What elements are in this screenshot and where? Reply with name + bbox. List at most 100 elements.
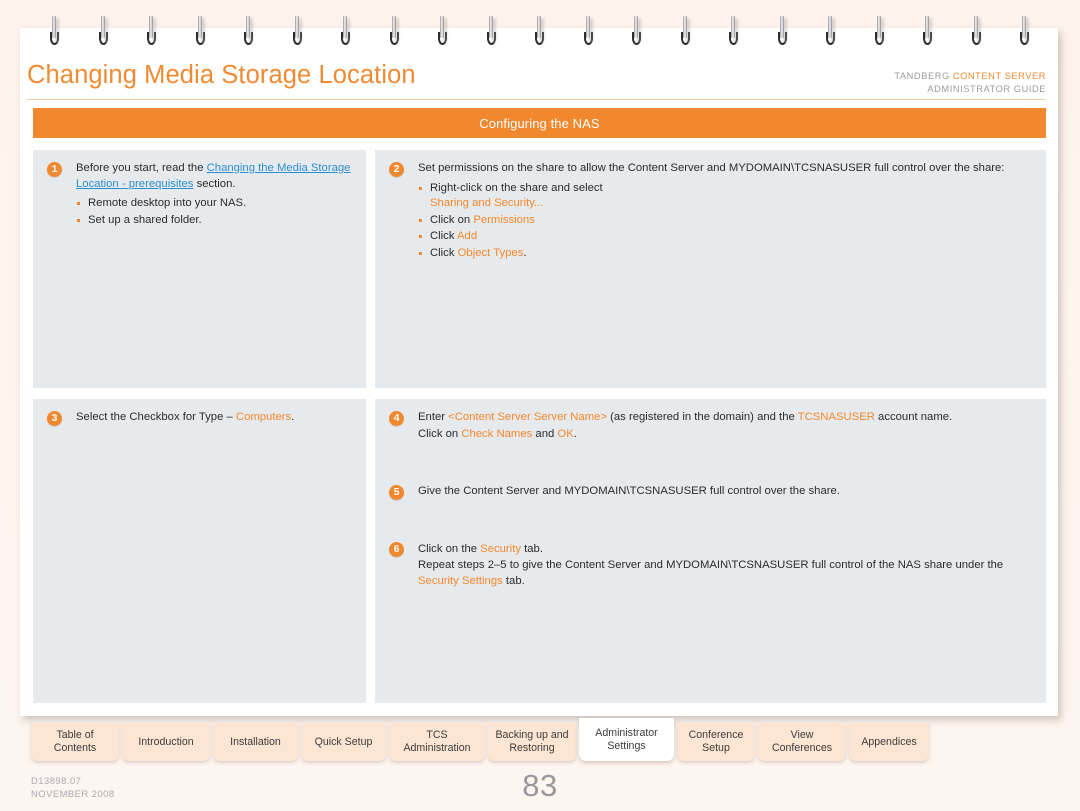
body-text: . xyxy=(523,246,527,259)
step-body: Select the Checkbox for Type – Computers… xyxy=(76,410,352,427)
body-text: Remote desktop into your NAS. xyxy=(88,197,247,210)
binding-ring xyxy=(292,16,302,46)
section-tab-administrator-settings[interactable]: Administrator Settings xyxy=(579,718,674,761)
section-tab-label: Introduction xyxy=(138,735,194,748)
step-item: 2 Set permissions on the share to allow t… xyxy=(389,161,1032,263)
binding-ring xyxy=(389,16,399,46)
step-spacer xyxy=(389,504,1032,542)
step-bullet-item: Click on Permissions xyxy=(418,213,1032,229)
section-tab-label: Quick Setup xyxy=(314,735,373,748)
binding-ring xyxy=(583,16,593,46)
body-text: section. xyxy=(193,177,236,190)
section-tab-view-conferences[interactable]: View Conferences xyxy=(758,723,846,761)
binding-ring xyxy=(486,16,496,46)
body-text: tab. xyxy=(502,574,525,587)
body-text: Set permissions on the share to allow th… xyxy=(418,162,1005,174)
binding-ring xyxy=(535,16,544,46)
step-line: Repeat steps 2–5 to give the Content Ser… xyxy=(418,558,1032,589)
binding-ring xyxy=(195,16,205,46)
section-tab-quick-setup[interactable]: Quick Setup xyxy=(301,723,386,761)
binding-ring xyxy=(98,16,108,46)
section-tab-label: TCS Administration xyxy=(403,729,471,754)
step-panel-4: 4 Enter <Content Server Server Name> (as … xyxy=(375,399,1046,703)
page-title: Changing Media Storage Location xyxy=(27,61,416,89)
section-tab-label: View Conferences xyxy=(771,729,833,754)
step-line: Set permissions on the share to allow th… xyxy=(418,161,1032,177)
brand-block: TANDBERG CONTENT SERVER ADMINISTRATOR GU… xyxy=(894,70,1046,95)
document-page: Changing Media Storage Location TANDBERG… xyxy=(20,28,1058,716)
body-text: Click on xyxy=(430,213,474,226)
body-text: tab. xyxy=(520,542,543,555)
binding-ring xyxy=(923,16,932,46)
body-text: Select the Checkbox for Type – xyxy=(76,411,236,423)
binding-ring xyxy=(438,16,447,46)
section-tab-label: Backing up and Restoring xyxy=(495,729,569,754)
step-bullet-item: Click Add xyxy=(418,229,1032,245)
step-bullet-item: Click Object Types. xyxy=(418,246,1032,262)
step-number-badge: 3 xyxy=(47,410,62,426)
section-tab-appendices[interactable]: Appendices xyxy=(849,723,929,761)
step-item: 1 Before you start, read the Changing the… xyxy=(47,161,352,229)
section-tab-label: Installation xyxy=(230,735,281,748)
step-line: Select the Checkbox for Type – Computers… xyxy=(76,410,352,426)
step-bullet-item: Right-click on the share and select Shari… xyxy=(418,181,1032,212)
accent-text: <Content Server Server Name> xyxy=(448,411,607,423)
binding-ring xyxy=(777,16,787,46)
step-panel-2: 2 Set permissions on the share to allow t… xyxy=(375,150,1046,388)
accent-text: Object Types xyxy=(457,246,524,259)
step-panel-1: 1 Before you start, read the Changing the… xyxy=(33,150,366,388)
binding-ring xyxy=(680,16,690,46)
step-number-badge: 6 xyxy=(389,542,404,558)
section-tab-table-of-contents[interactable]: Table of Contents xyxy=(31,723,119,761)
step-number-badge: 4 xyxy=(389,410,404,426)
section-banner: Configuring the NAS xyxy=(33,108,1046,138)
step-item: 4 Enter <Content Server Server Name> (as … xyxy=(389,410,1032,443)
section-tab-tcs-administration[interactable]: TCS Administration xyxy=(389,723,485,761)
document-footer: D13898.07 NOVEMBER 2008 83 xyxy=(0,766,1080,811)
brand-accent: CONTENT SERVER xyxy=(952,71,1046,81)
step-number-badge: 1 xyxy=(47,161,62,177)
binding-ring xyxy=(632,16,641,46)
step-line: Click on the Security tab. xyxy=(418,542,1032,558)
section-tab-conference-setup[interactable]: Conference Setup xyxy=(677,723,755,761)
section-tab-backing-up-and-restoring[interactable]: Backing up and Restoring xyxy=(488,723,576,761)
accent-text: Add xyxy=(457,230,478,243)
section-tab-introduction[interactable]: Introduction xyxy=(122,723,210,761)
accent-text: TCSNASUSER xyxy=(797,411,875,423)
accent-text: OK xyxy=(557,427,574,440)
body-text: Give the Content Server and MYDOMAIN\TCS… xyxy=(418,485,840,498)
brand-prefix: TANDBERG xyxy=(894,71,953,81)
binding-ring xyxy=(1020,16,1029,46)
body-text: (as registered in the domain) and the xyxy=(607,411,798,423)
steps-grid: 1 Before you start, read the Changing the… xyxy=(33,150,1046,703)
body-text: Click on xyxy=(418,427,462,440)
binding-ring xyxy=(971,16,981,46)
section-tab-installation[interactable]: Installation xyxy=(213,723,298,761)
body-text: Enter xyxy=(418,411,449,423)
body-text: Click xyxy=(430,246,458,259)
accent-text: Security xyxy=(480,542,521,555)
step-spacer xyxy=(389,446,1032,484)
binding-ring xyxy=(50,16,59,46)
body-text: . xyxy=(573,427,577,440)
section-tab-label: Conference Setup xyxy=(688,729,744,754)
step-number-badge: 5 xyxy=(389,484,404,500)
brand-line-1: TANDBERG CONTENT SERVER xyxy=(894,70,1046,83)
binding-ring xyxy=(341,16,350,46)
page-number: 83 xyxy=(522,768,558,803)
body-text: Set up a shared folder. xyxy=(88,213,202,226)
accent-text: Permissions xyxy=(473,213,535,226)
step-bullet-list: Right-click on the share and select Shari… xyxy=(418,181,1032,262)
step-panel-3: 3 Select the Checkbox for Type – Computer… xyxy=(33,399,366,703)
step-body: Give the Content Server and MYDOMAIN\TCS… xyxy=(418,484,1032,501)
body-text: Click on the xyxy=(418,542,481,555)
body-text: and xyxy=(532,427,558,440)
accent-text: Computers xyxy=(235,411,292,423)
body-text: account name. xyxy=(874,411,953,423)
section-tab-bar[interactable]: Table of Contents Introduction Installation… xyxy=(31,718,1051,761)
step-line: Enter <Content Server Server Name> (as r… xyxy=(418,410,1032,426)
body-text: Repeat steps 2–5 to give the Content Ser… xyxy=(418,559,1004,572)
step-line: Before you start, read the Changing the … xyxy=(76,161,352,192)
body-text: Click xyxy=(430,230,457,243)
step-item: 5 Give the Content Server and MYDOMAIN\TC… xyxy=(389,484,1032,501)
